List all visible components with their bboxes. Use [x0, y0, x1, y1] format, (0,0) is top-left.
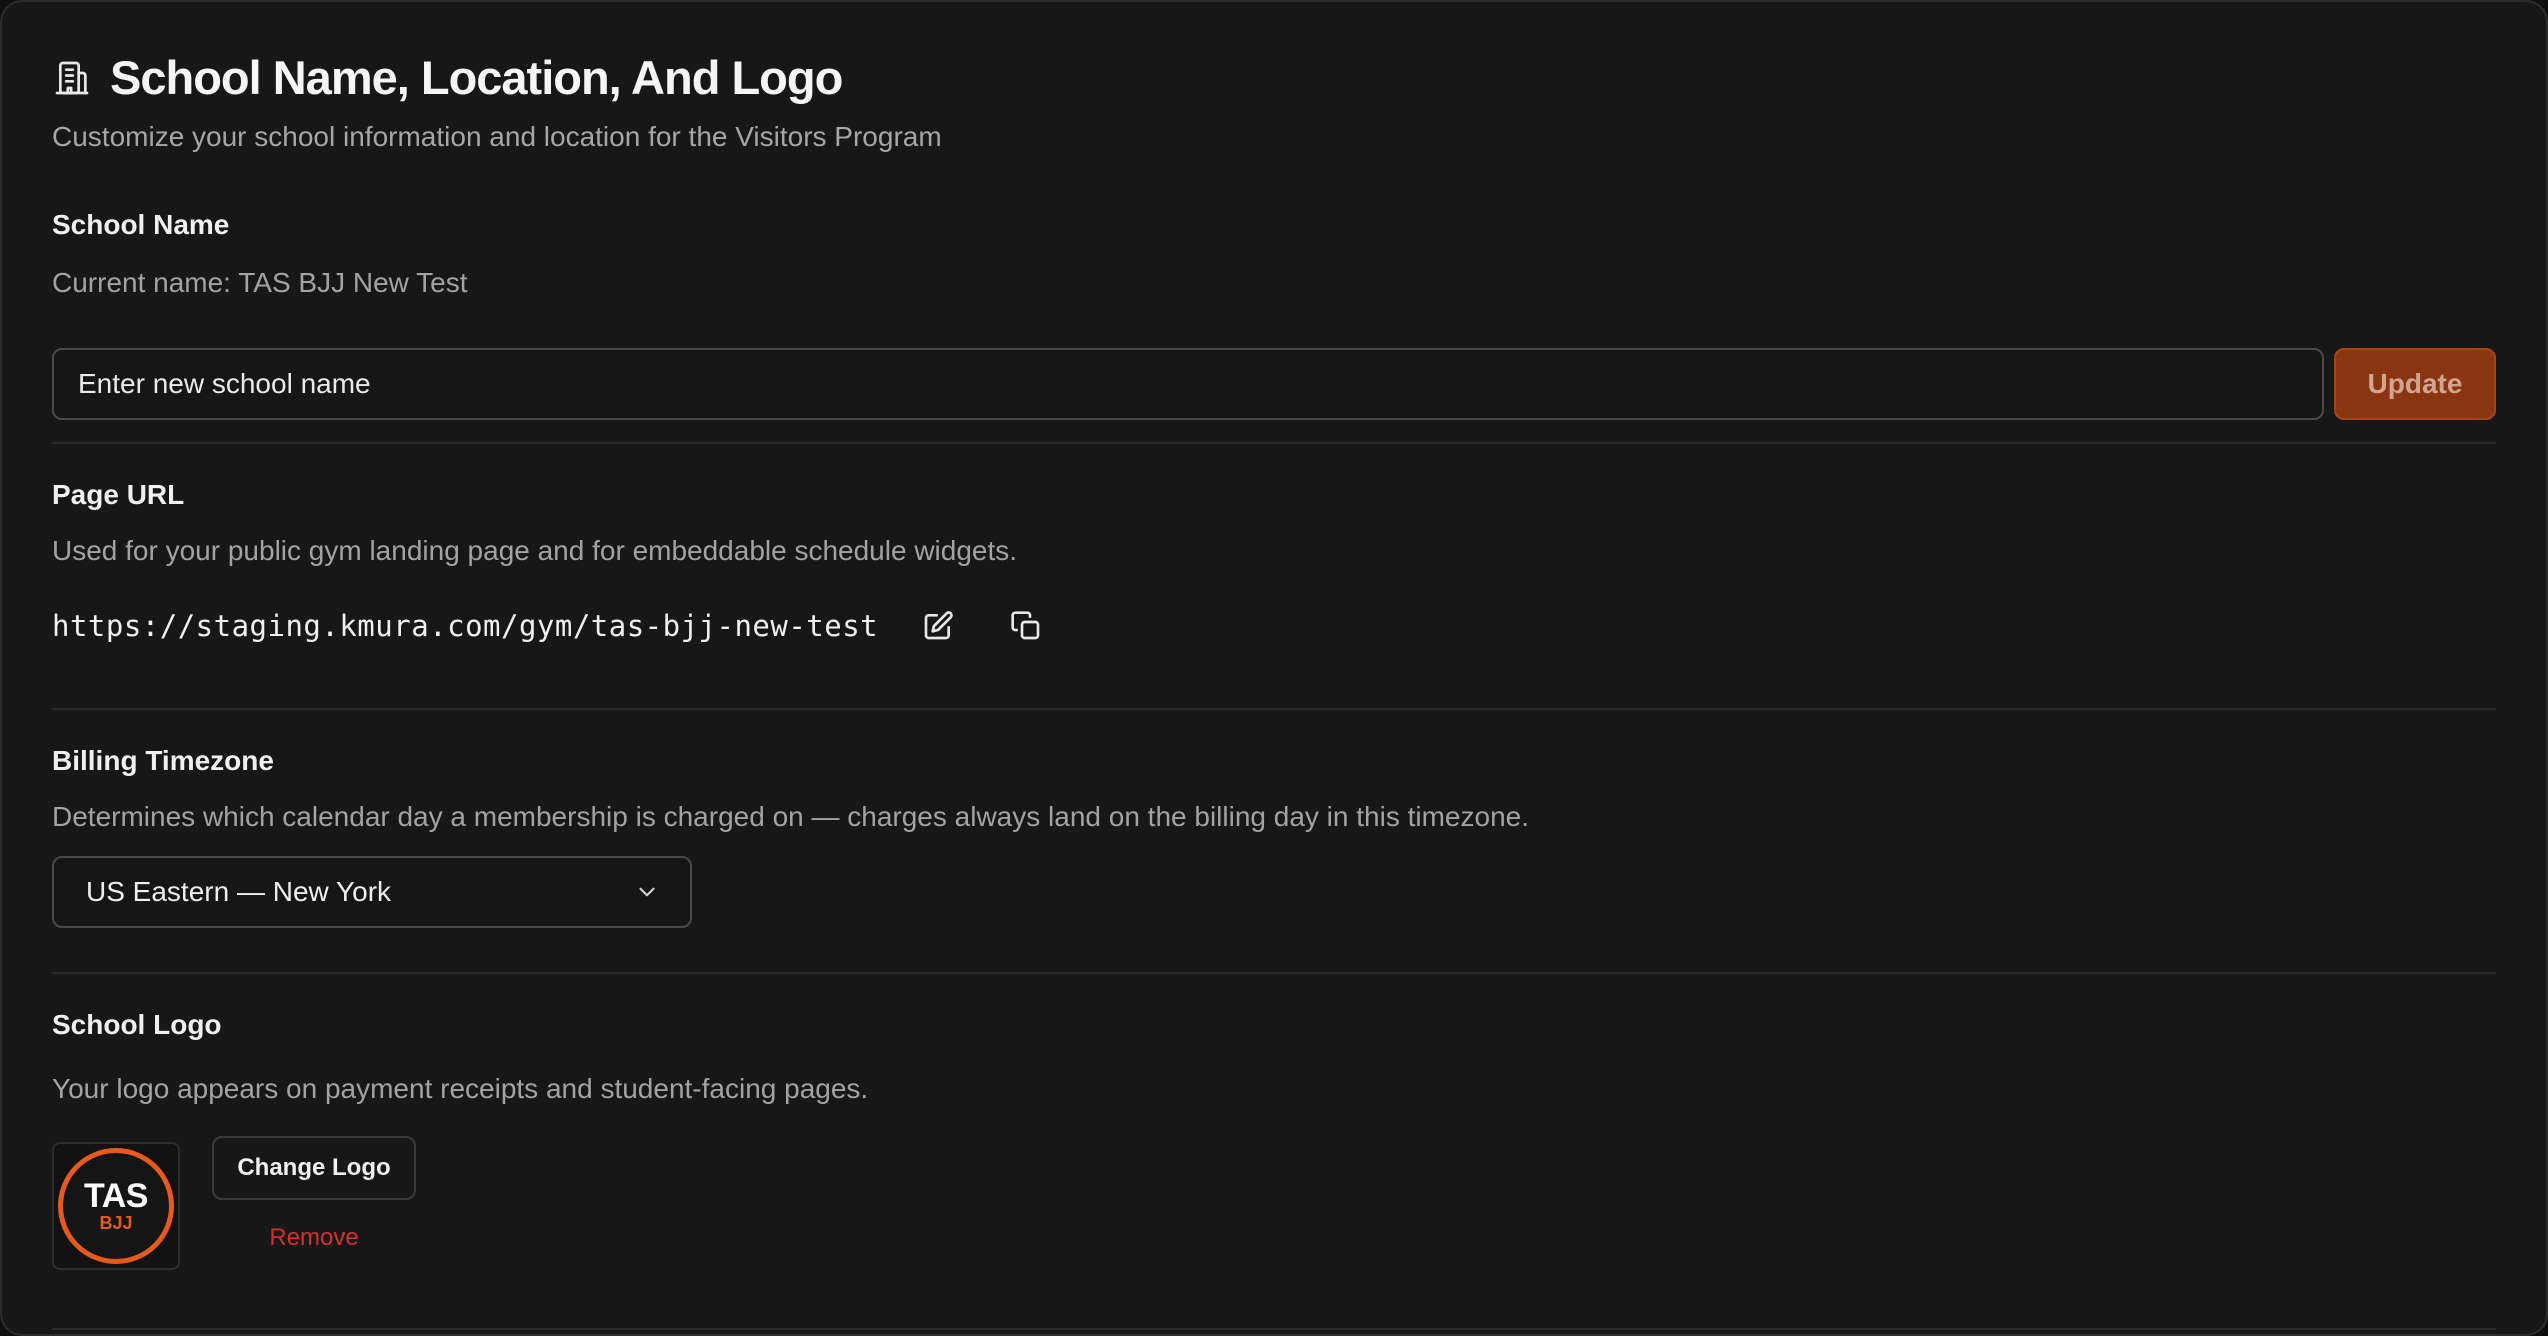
school-logo-image: TAS BJJ: [58, 1148, 174, 1264]
billing-timezone-section: Billing Timezone Determines which calend…: [52, 744, 2496, 944]
page-url-value: https://staging.kmura.com/gym/tas-bjj-ne…: [52, 609, 879, 643]
page-header: School Name, Location, And Logo Customiz…: [52, 50, 942, 154]
school-logo-description: Your logo appears on payment receipts an…: [52, 1073, 869, 1104]
billing-timezone-label: Billing Timezone: [52, 745, 274, 776]
school-name-input[interactable]: Enter new school name: [52, 348, 2324, 420]
page-title: School Name, Location, And Logo: [110, 51, 843, 104]
page-url-row: https://staging.kmura.com/gym/tas-bjj-ne…: [52, 598, 1054, 654]
current-school-name: Current name: TAS BJJ New Test: [52, 267, 468, 298]
page-url-label: Page URL: [52, 479, 185, 510]
timezone-selected-value: US Eastern — New York: [86, 876, 392, 907]
school-logo-label: School Logo: [52, 1009, 222, 1040]
page-url-section: Page URL Used for your public gym landin…: [52, 478, 2496, 678]
divider: [52, 1328, 2496, 1330]
edit-url-button[interactable]: [910, 598, 966, 654]
divider: [52, 442, 2496, 444]
billing-timezone-description: Determines which calendar day a membersh…: [52, 801, 1529, 832]
divider: [52, 972, 2496, 974]
change-logo-button[interactable]: Change Logo: [212, 1136, 416, 1200]
divider: [52, 708, 2496, 710]
school-logo-section: School Logo Your logo appears on payment…: [52, 1008, 2496, 1308]
school-name-input-row: Enter new school name Update: [52, 348, 2496, 420]
remove-logo-button[interactable]: Remove: [212, 1220, 416, 1256]
copy-icon: [1011, 611, 1040, 640]
settings-card: School Name, Location, And Logo Customiz…: [0, 0, 2548, 1336]
page-url-description: Used for your public gym landing page an…: [52, 535, 1018, 566]
edit-icon: [924, 611, 953, 640]
school-name-section: School Name Current name: TAS BJJ New Te…: [52, 208, 2496, 428]
title-row: School Name, Location, And Logo: [52, 50, 942, 106]
timezone-select[interactable]: US Eastern — New York: [52, 856, 692, 928]
building-icon: [55, 61, 89, 95]
logo-text-bottom: BJJ: [99, 1213, 133, 1233]
page-subtitle: Customize your school information and lo…: [52, 121, 942, 152]
copy-url-button[interactable]: [998, 598, 1054, 654]
chevron-down-icon: [639, 887, 655, 897]
logo-preview: TAS BJJ: [52, 1142, 180, 1270]
update-button[interactable]: Update: [2334, 348, 2496, 420]
school-name-label: School Name: [52, 209, 230, 240]
logo-text-top: TAS: [84, 1177, 148, 1215]
